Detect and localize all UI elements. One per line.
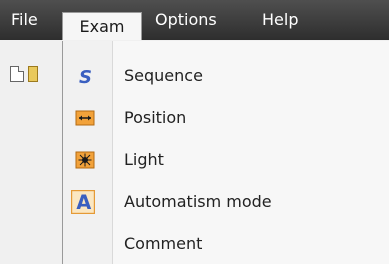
- menu-item-sequence[interactable]: S Sequence: [63, 57, 389, 95]
- open-folder-icon[interactable]: [28, 66, 38, 82]
- automatism-a-icon: A: [71, 190, 95, 214]
- menu-item-label: Automatism mode: [124, 192, 272, 211]
- light-icon: [75, 151, 95, 169]
- menu-help[interactable]: Help: [262, 0, 298, 40]
- menu-item-light[interactable]: Light: [63, 141, 389, 179]
- menu-item-label: Comment: [124, 234, 203, 253]
- svg-text:S: S: [79, 67, 92, 86]
- menu-item-label: Sequence: [124, 66, 203, 85]
- menu-item-label: Light: [124, 150, 164, 169]
- menu-exam[interactable]: Exam: [62, 12, 142, 42]
- menu-item-label: Position: [124, 108, 187, 127]
- new-document-icon[interactable]: [10, 66, 24, 82]
- menu-item-comment[interactable]: Comment: [63, 225, 389, 263]
- sequence-s-icon: S: [79, 67, 92, 86]
- menu-item-position[interactable]: Position: [63, 99, 389, 137]
- exam-dropdown-menu: S Sequence Position Light A Automatism m…: [62, 41, 389, 264]
- menu-file[interactable]: File: [11, 0, 38, 40]
- svg-text:A: A: [76, 191, 91, 214]
- position-arrows-icon: [75, 110, 95, 126]
- menu-options[interactable]: Options: [155, 0, 217, 40]
- menu-bar: File Exam Options Help: [0, 0, 389, 42]
- menu-item-automatism-mode[interactable]: A Automatism mode: [63, 183, 389, 221]
